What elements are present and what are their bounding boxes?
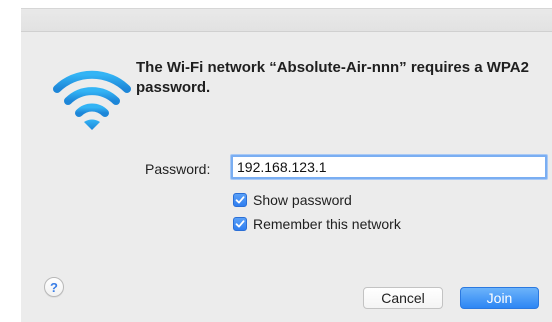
show-password-checkbox[interactable] <box>233 193 247 207</box>
wifi-icon <box>51 67 133 133</box>
remember-network-label: Remember this network <box>253 216 401 232</box>
remember-network-option[interactable]: Remember this network <box>233 215 401 233</box>
wifi-password-dialog: The Wi-Fi network “Absolute-Air-nnn” req… <box>21 8 552 322</box>
password-field[interactable] <box>231 155 547 179</box>
show-password-label: Show password <box>253 192 352 208</box>
remember-network-checkbox[interactable] <box>233 217 247 231</box>
cancel-button[interactable]: Cancel <box>363 287 443 309</box>
show-password-option[interactable]: Show password <box>233 191 352 209</box>
help-button[interactable]: ? <box>44 277 64 297</box>
password-label: Password: <box>145 161 211 177</box>
dialog-titlebar <box>21 9 552 32</box>
checkmark-icon <box>235 220 245 228</box>
checkmark-icon <box>235 196 245 204</box>
dialog-message: The Wi-Fi network “Absolute-Air-nnn” req… <box>136 59 529 96</box>
join-button[interactable]: Join <box>460 287 539 309</box>
